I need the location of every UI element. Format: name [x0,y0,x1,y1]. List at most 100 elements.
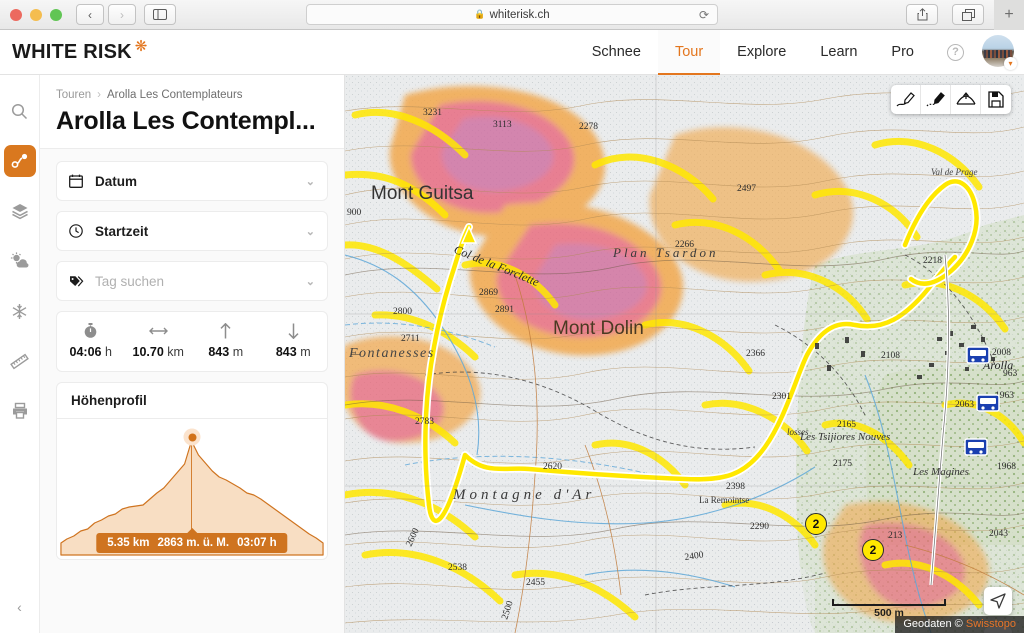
svg-text:2398: 2398 [726,482,745,492]
chevron-down-icon[interactable]: ⌄ [306,175,315,188]
app-logo[interactable]: WHITE RISK ❋ [0,38,147,64]
svg-text:2800: 2800 [393,307,412,317]
stat-ascent-value: 843 m [208,345,244,359]
tour-panel: Touren › Arolla Les Contemplateurs Aroll… [40,75,345,633]
ruler-icon[interactable] [4,345,36,377]
close-window-button[interactable] [10,8,22,21]
minimize-window-button[interactable] [30,8,42,21]
svg-text:2165: 2165 [837,420,856,430]
breadcrumb: Touren › Arolla Les Contemplateurs [56,89,328,101]
save-map-icon[interactable] [981,85,1011,114]
svg-text:900: 900 [347,208,362,218]
sidebar-toggle-icon[interactable] [144,4,176,25]
panel-header: Touren › Arolla Les Contemplateurs Aroll… [40,75,344,149]
back-button[interactable]: ‹ [76,4,104,25]
breadcrumb-root[interactable]: Touren [56,89,91,101]
collapse-panel-button[interactable]: ‹ [0,599,39,615]
svg-text:2869: 2869 [479,288,498,298]
nav-item-explore[interactable]: Explore [720,30,803,75]
filter-startzeit-label: Startzeit [95,223,149,239]
svg-text:Les Magines: Les Magines [912,466,969,478]
breadcrumb-separator: › [97,89,102,101]
lock-icon: 🔒 [474,9,486,19]
locate-icon[interactable] [984,587,1012,615]
svg-text:2278: 2278 [579,122,598,132]
draw-line-icon[interactable] [891,85,921,114]
search-icon[interactable] [4,95,36,127]
svg-text:2218: 2218 [923,256,942,266]
svg-text:2366: 2366 [746,349,765,359]
filter-datum[interactable]: Datum ⌄ [56,161,328,201]
tag-icon [69,274,84,288]
distance-icon [148,323,168,339]
stat-duration-value: 04:06 h [69,345,112,359]
browser-right-actions: + [898,0,1024,30]
forward-button[interactable]: › [108,4,136,25]
svg-text:Val de Prage: Val de Prage [931,167,978,177]
svg-text:2455: 2455 [526,578,545,588]
new-tab-button[interactable]: + [994,0,1024,30]
filter-startzeit[interactable]: Startzeit ⌄ [56,211,328,251]
nav-item-tour[interactable]: Tour [657,29,721,75]
svg-text:2497: 2497 [737,184,756,194]
nav-item-pro[interactable]: Pro [874,30,931,75]
maximize-window-button[interactable] [50,8,62,21]
waypoint-marker[interactable]: 2 [805,513,827,535]
stopwatch-icon [83,323,98,339]
route-icon[interactable] [3,145,36,177]
svg-text:1968: 1968 [997,462,1016,472]
chevron-down-icon[interactable]: ⌄ [306,225,315,238]
share-icon[interactable] [906,4,938,25]
attribution-brand: Swisstopo [965,618,1016,630]
user-menu[interactable]: ▾ [982,35,1017,70]
address-bar[interactable]: 🔒 whiterisk.ch ⟳ [306,4,718,25]
window-traffic-lights[interactable] [0,8,62,21]
snowflake-icon[interactable] [4,295,36,327]
svg-text:2108: 2108 [881,351,900,361]
svg-text:losses: losses [787,427,809,437]
help-icon[interactable]: ? [947,43,964,61]
svg-text:—: — [350,350,361,360]
svg-text:963: 963 [1003,369,1018,379]
map-attribution[interactable]: Geodaten © Swisstopo [895,616,1024,633]
draw-area-icon[interactable] [951,85,981,114]
locate-me-button[interactable] [984,587,1012,615]
tooltip-distance: 5.35 km [107,537,150,549]
svg-text:2290: 2290 [750,522,769,532]
layers-icon[interactable] [4,195,36,227]
svg-text:Plan Tsardon: Plan Tsardon [612,245,718,260]
tour-stats: 04:06 h 10.70 km 843 m 843 m [56,311,328,372]
reload-icon[interactable]: ⟳ [699,8,709,22]
tabs-overview-icon[interactable] [952,4,984,25]
scale-bar-line [832,599,946,606]
svg-text:2620: 2620 [543,462,562,472]
nav-item-learn[interactable]: Learn [803,30,874,75]
panel-content: Datum ⌄ Startzeit ⌄ Tag suchen ⌄ 04:06 h… [40,149,344,560]
draw-freehand-icon[interactable] [921,85,951,114]
stat-distance: 10.70 km [125,323,193,359]
elevation-profile-chart[interactable]: 5.35 km 2863 m. ü. M. 03:07 h [57,419,327,559]
waypoint-marker[interactable]: 2 [862,539,884,561]
weather-icon[interactable] [4,245,36,277]
clock-icon [69,224,84,238]
chevron-down-icon[interactable]: ⌄ [306,275,315,288]
tooltip-altitude: 2863 m. ü. M. [157,537,230,549]
svg-text:2891: 2891 [495,305,514,315]
svg-text:2783: 2783 [415,417,434,427]
nav-item-schnee[interactable]: Schnee [575,30,658,75]
snowflake-icon: ❋ [134,37,148,55]
filter-tag-search[interactable]: Tag suchen ⌄ [56,261,328,301]
chevron-down-icon[interactable]: ▾ [1004,57,1017,70]
print-icon[interactable] [4,395,36,427]
address-bar-url: whiterisk.ch [489,8,550,21]
elevation-profile-marker[interactable] [183,428,201,446]
elevation-profile-title: Höhenprofil [57,383,327,419]
tool-rail: ‹ [0,75,40,633]
map-view[interactable]: Mont Guitsa Mont Dolin Fontanesses Monta… [345,75,1024,633]
page-title: Arolla Les Contempl... [56,107,316,135]
svg-text:2043: 2043 [989,529,1008,539]
svg-text:3113: 3113 [493,120,512,130]
svg-text:2175: 2175 [833,459,852,469]
svg-text:2008: 2008 [992,348,1011,358]
svg-text:2266: 2266 [675,240,694,250]
